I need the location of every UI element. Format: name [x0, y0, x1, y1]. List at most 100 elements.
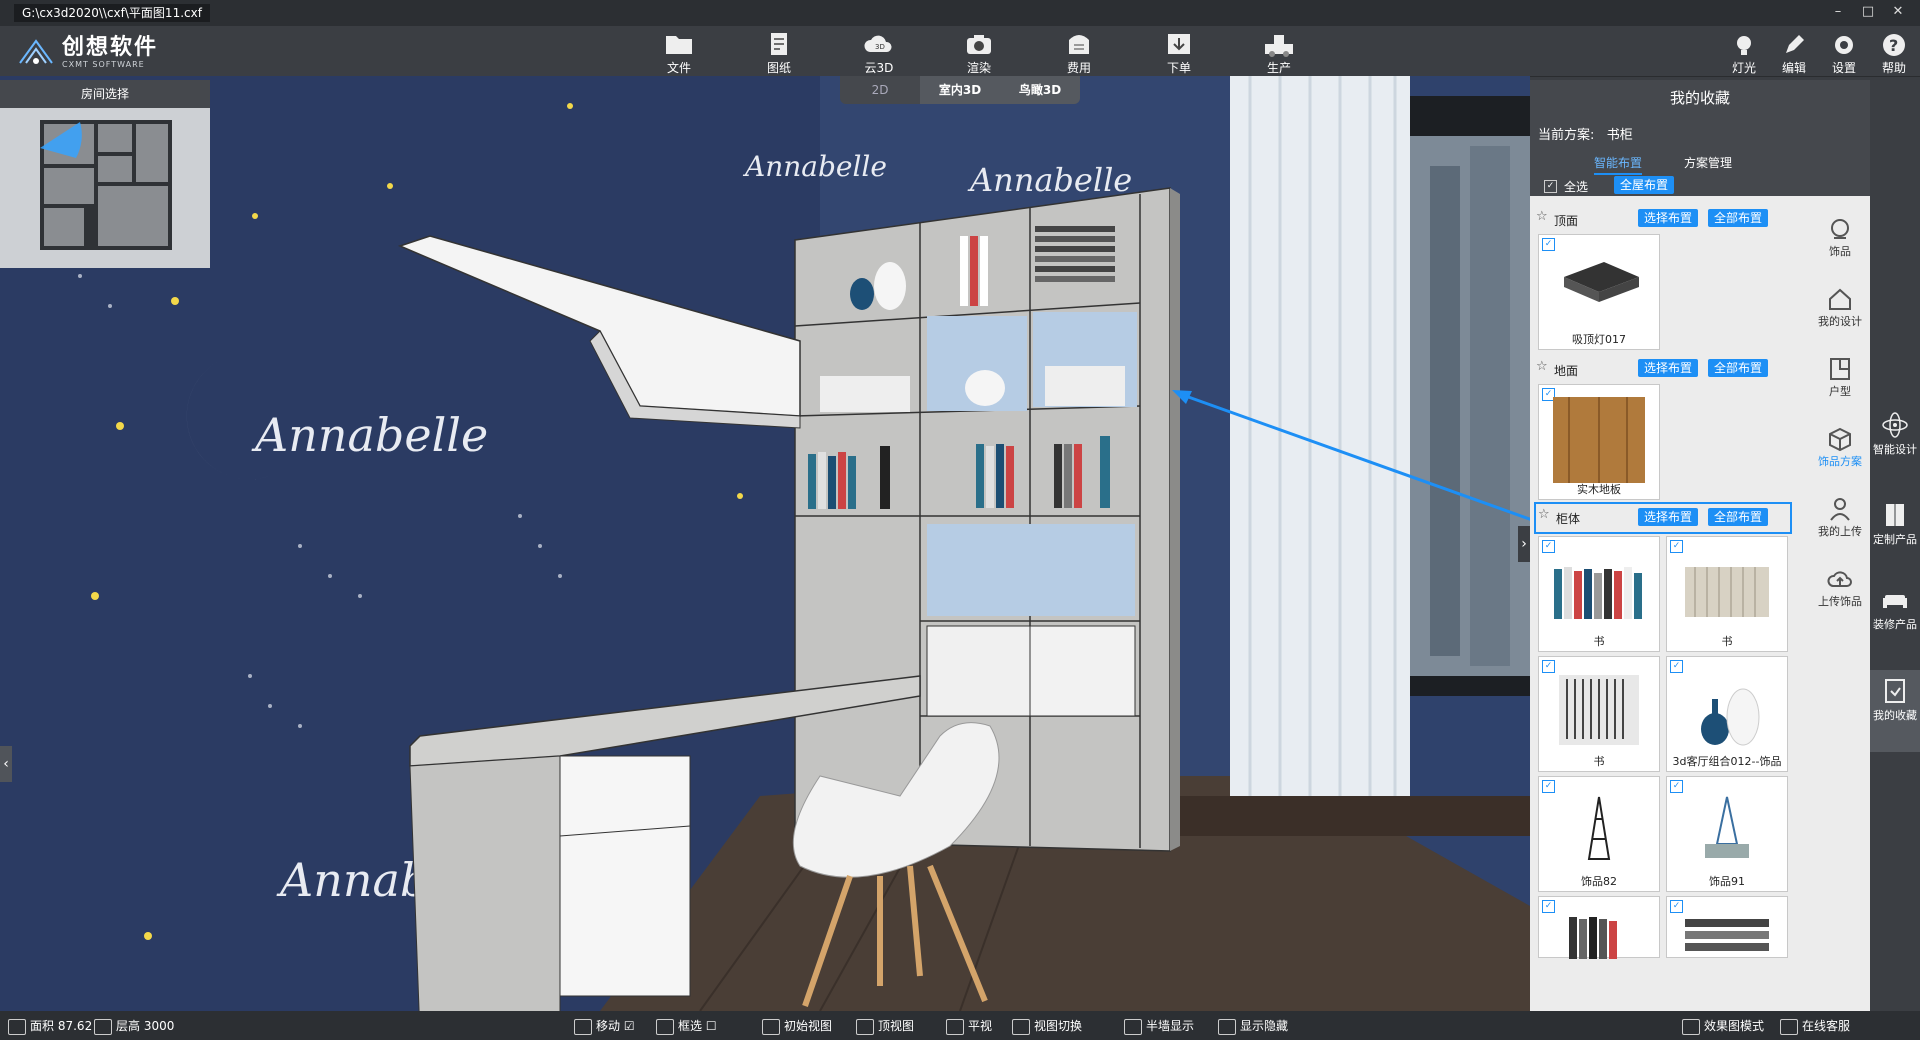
all-layout-button[interactable]: 全部布置 [1708, 209, 1769, 227]
fav-item-7[interactable]: ✓ [1538, 896, 1660, 959]
fav-item-deco-82[interactable]: ✓ 饰品82 [1538, 776, 1660, 892]
order-button[interactable]: 下单 [1144, 28, 1214, 75]
books-thumb [1685, 567, 1769, 617]
select-layout-button[interactable]: 选择布置 [1638, 209, 1699, 227]
show-hide-label: 显示隐藏 [1240, 1019, 1289, 1033]
house-icon [8, 1018, 26, 1035]
flat-view-button[interactable]: 平视 [946, 1017, 992, 1035]
whole-house-button[interactable]: 全屋布置 [1614, 176, 1675, 194]
camera-icon [967, 35, 991, 54]
nav-smart-design[interactable]: 智能设计 [1870, 410, 1920, 457]
3d-viewport[interactable]: Annabelle Annabelle Annabelle Annabelle [0, 76, 1530, 1011]
tab-aerial-3d[interactable]: 鸟瞰3D [1000, 76, 1080, 104]
produce-button[interactable]: 生产 [1244, 28, 1314, 75]
top-view-label: 顶视图 [878, 1019, 915, 1033]
item-label: 实木地板 [1577, 483, 1621, 496]
maximize-button[interactable]: □ [1858, 4, 1878, 19]
select-layout-button[interactable]: 选择布置 [1638, 508, 1699, 526]
star-icon[interactable]: ☆ [1536, 209, 1548, 224]
top-view-button[interactable]: 顶视图 [856, 1017, 914, 1035]
layers-icon [94, 1018, 112, 1035]
settings-label: 设置 [1831, 61, 1856, 75]
home-icon [1829, 288, 1851, 310]
category-decor-scheme[interactable]: 饰品方案 [1810, 426, 1870, 469]
top-view-icon [856, 1018, 874, 1035]
order-label: 下单 [1166, 61, 1191, 75]
left-collapse-handle[interactable]: ‹ [0, 746, 12, 782]
lighting-label: 灯光 [1731, 61, 1756, 75]
main-toolbar: 创想软件 CXMT SOFTWARE 文件 图纸 3D 云3D 渲染 费用 下单… [0, 26, 1920, 77]
help-icon: ? [1883, 34, 1905, 56]
item-label: 3d客厅组合012--饰品 [1672, 755, 1782, 768]
right-collapse-handle[interactable]: › [1518, 526, 1530, 562]
nav-decoration-product[interactable]: 装修产品 [1870, 585, 1920, 632]
category-decor[interactable]: 饰品 [1810, 216, 1870, 259]
tab-interior-3d[interactable]: 室内3D [920, 76, 1000, 104]
fav-item-books-2[interactable]: ✓ 书 [1666, 536, 1788, 652]
fav-item-8[interactable]: ✓ [1666, 896, 1788, 958]
close-button[interactable]: ✕ [1888, 4, 1908, 19]
fav-item-ceiling-light[interactable]: ✓ 吸顶灯017 [1538, 234, 1660, 350]
floor-plan-minimap[interactable] [0, 108, 210, 268]
render-mode-button[interactable]: 效果图模式 [1682, 1017, 1764, 1035]
tower-thumb [1587, 796, 1611, 860]
file-button[interactable]: 文件 [644, 28, 714, 75]
fav-item-living-combo[interactable]: ✓ 3d客厅组合012--饰品 [1666, 656, 1788, 772]
box-select-toggle[interactable]: 框选 ☐ [656, 1017, 717, 1035]
all-layout-button[interactable]: 全部布置 [1708, 359, 1769, 377]
item-label: 吸顶灯017 [1572, 333, 1626, 346]
fav-item-deco-91[interactable]: ✓ 饰品91 [1666, 776, 1788, 892]
nav-my-favorites[interactable]: 我的收藏 [1870, 670, 1920, 752]
fav-item-books-3[interactable]: ✓ 书 [1538, 656, 1660, 772]
tab-smart-layout[interactable]: 智能布置 [1594, 154, 1643, 175]
edit-button[interactable]: 编辑 [1772, 28, 1816, 75]
pencil-icon [1786, 35, 1804, 53]
user-icon [1830, 498, 1850, 521]
svg-text:?: ? [1889, 36, 1898, 55]
fav-item-wood-floor[interactable]: ✓ 实木地板 [1538, 384, 1660, 500]
section-name: 柜体 [1556, 512, 1581, 526]
view-mode-tabs: 2D 室内3D 鸟瞰3D [840, 76, 1080, 104]
item-label: 书 [1593, 635, 1605, 648]
category-my-uploads[interactable]: 我的上传 [1810, 496, 1870, 539]
logo-icon [19, 39, 53, 64]
cloud3d-button[interactable]: 3D 云3D [844, 28, 914, 75]
category-label: 上传饰品 [1818, 595, 1862, 608]
half-wall-icon [1124, 1018, 1142, 1035]
select-all-checkbox[interactable]: ✓ [1544, 180, 1557, 193]
show-hide-button[interactable]: 显示隐藏 [1218, 1017, 1288, 1035]
star-icon[interactable]: ☆ [1538, 507, 1550, 522]
lighting-button[interactable]: 灯光 [1722, 28, 1766, 75]
nav-label: 我的收藏 [1873, 709, 1917, 722]
init-view-label: 初始视图 [784, 1019, 833, 1033]
drawing-button[interactable]: 图纸 [744, 28, 814, 75]
cloud-upload-icon [1827, 571, 1852, 587]
category-floorplan[interactable]: 户型 [1810, 356, 1870, 399]
drawing-label: 图纸 [766, 61, 791, 75]
books-thumb [1685, 919, 1769, 951]
fav-item-books-1[interactable]: ✓ 书 [1538, 536, 1660, 652]
nav-custom-product[interactable]: 定制产品 [1870, 500, 1920, 547]
room-select-title: 房间选择 [0, 80, 210, 108]
category-my-design[interactable]: 我的设计 [1810, 286, 1870, 329]
scheme-value: 书柜 [1606, 128, 1633, 143]
tab-scheme-manage[interactable]: 方案管理 [1684, 154, 1732, 171]
move-toggle[interactable]: 移动 ☑ [574, 1017, 635, 1035]
tab-2d[interactable]: 2D [840, 76, 920, 104]
view-switch-button[interactable]: 视图切换 [1012, 1017, 1082, 1035]
category-upload-decor[interactable]: 上传饰品 [1810, 566, 1870, 609]
online-service-label: 在线客服 [1802, 1019, 1851, 1033]
settings-button[interactable]: 设置 [1822, 28, 1866, 75]
init-view-button[interactable]: 初始视图 [762, 1017, 832, 1035]
all-layout-button[interactable]: 全部布置 [1708, 508, 1769, 526]
cost-button[interactable]: 费用 [1044, 28, 1114, 75]
select-layout-button[interactable]: 选择布置 [1638, 359, 1699, 377]
star-icon[interactable]: ☆ [1536, 359, 1548, 374]
half-wall-button[interactable]: 半墙显示 [1124, 1017, 1194, 1035]
render-button[interactable]: 渲染 [944, 28, 1014, 75]
minimize-button[interactable]: – [1828, 4, 1848, 19]
online-service-button[interactable]: 在线客服 [1780, 1017, 1850, 1035]
help-button[interactable]: ? 帮助 [1872, 28, 1916, 75]
move-icon [574, 1018, 592, 1035]
scheme-label: 当前方案: [1538, 128, 1595, 143]
